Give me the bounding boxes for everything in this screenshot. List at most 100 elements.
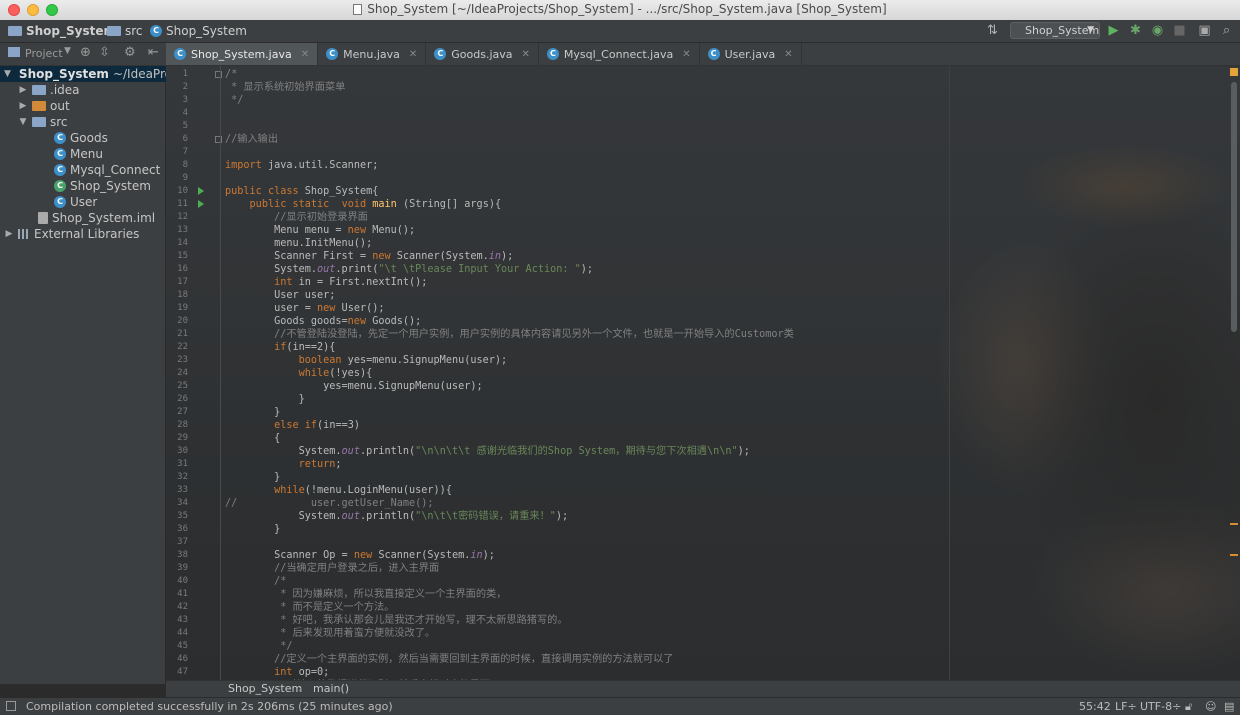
line-number[interactable]: 38: [166, 549, 188, 562]
code-line[interactable]: * 后来发现用着蛮方便就没改了。: [225, 627, 435, 640]
code-line[interactable]: Scanner First = new Scanner(System.in);: [225, 250, 513, 263]
line-number[interactable]: 39: [166, 562, 188, 575]
line-number[interactable]: 16: [166, 263, 188, 276]
tab-shop-system[interactable]: C Shop_System.java ✕: [166, 43, 319, 65]
code-line[interactable]: while(!menu.LoginMenu(user)){: [225, 484, 452, 497]
code-line[interactable]: //不管登陆没登陆，先定一个用户实例，用户实例的具体内容请见另外一个文件，也就是…: [225, 328, 794, 341]
code-line[interactable]: // user.getUser_Name();: [225, 497, 434, 510]
code-line[interactable]: int op=0;: [225, 666, 329, 679]
line-number[interactable]: 13: [166, 224, 188, 237]
code-line[interactable]: //当确定用户登录之后，进入主界面: [225, 562, 439, 575]
code-line[interactable]: }: [225, 393, 305, 406]
line-number[interactable]: 18: [166, 289, 188, 302]
hide-panel-icon[interactable]: ⇤: [148, 45, 159, 60]
line-number[interactable]: 8: [166, 159, 188, 172]
line-number[interactable]: 33: [166, 484, 188, 497]
code-line[interactable]: }: [225, 406, 280, 419]
collapsed-arrow-icon[interactable]: ▶: [4, 226, 14, 242]
collapsed-arrow-icon[interactable]: ▶: [18, 82, 28, 98]
code-line[interactable]: System.out.print("\t \tPlease Input Your…: [225, 263, 593, 276]
expanded-arrow-icon[interactable]: ▼: [18, 114, 28, 130]
close-icon[interactable]: ✕: [522, 49, 530, 60]
tree-item-idea[interactable]: ▶ .idea: [18, 82, 80, 98]
tab-menu[interactable]: C Menu.java ✕: [318, 43, 427, 65]
code-line[interactable]: System.out.println("\n\n\t\t 感谢光临我们的Shop…: [225, 445, 750, 458]
tree-item-mysql-connect[interactable]: C Mysql_Connect: [54, 162, 160, 178]
line-number[interactable]: 42: [166, 601, 188, 614]
caret-position[interactable]: 55:42: [1079, 698, 1111, 715]
line-number-gutter[interactable]: 1 2 3 4 5 6 7 8 9 10 11 12 13 14 15 16 17 18 19 20 21 22 23 24 2…: [166, 66, 222, 680]
line-number[interactable]: 45: [166, 640, 188, 653]
run-icon[interactable]: ▶: [1106, 23, 1121, 38]
code-line[interactable]: */: [225, 640, 292, 653]
scrollbar-thumb[interactable]: [1231, 82, 1237, 332]
code-line[interactable]: {: [225, 432, 280, 445]
debug-icon[interactable]: ✱: [1128, 23, 1143, 38]
code-line[interactable]: return;: [225, 458, 342, 471]
line-number[interactable]: 25: [166, 380, 188, 393]
code-line[interactable]: User user;: [225, 289, 335, 302]
line-number[interactable]: 3: [166, 94, 188, 107]
line-number[interactable]: 21: [166, 328, 188, 341]
code-line[interactable]: * 好吧，我承认那会儿是我还才开始写，理不太新思路猪写的。: [225, 614, 567, 627]
nav-crumb-class[interactable]: C Shop_System: [150, 24, 247, 38]
line-number[interactable]: 12: [166, 211, 188, 224]
code-line[interactable]: * 而不是定义一个方法。: [225, 601, 394, 614]
code-line[interactable]: import java.util.Scanner;: [225, 159, 378, 172]
code-line[interactable]: */: [225, 94, 243, 107]
line-number[interactable]: 14: [166, 237, 188, 250]
tree-item-iml[interactable]: Shop_System.iml: [38, 210, 155, 226]
line-number[interactable]: 34: [166, 497, 188, 510]
build-icon[interactable]: ⇅: [985, 23, 1000, 38]
line-number[interactable]: 32: [166, 471, 188, 484]
tab-goods[interactable]: C Goods.java ✕: [426, 43, 539, 65]
line-number[interactable]: 47: [166, 666, 188, 679]
code-line[interactable]: }: [225, 523, 280, 536]
code-line[interactable]: * 显示系统初始界面菜单: [225, 81, 345, 94]
code-line[interactable]: /*: [225, 68, 237, 81]
line-number[interactable]: 46: [166, 653, 188, 666]
line-number[interactable]: 44: [166, 627, 188, 640]
line-number[interactable]: 31: [166, 458, 188, 471]
line-number[interactable]: 5: [166, 120, 188, 133]
gear-icon[interactable]: ⚙: [124, 45, 136, 60]
project-view-select[interactable]: Project: [25, 47, 63, 60]
line-number[interactable]: 15: [166, 250, 188, 263]
code-line[interactable]: System.out.println("\n\t\t密码错误，请重来！");: [225, 510, 569, 523]
code-line[interactable]: while(!yes){: [225, 367, 373, 380]
line-number[interactable]: 20: [166, 315, 188, 328]
breadcrumb-method[interactable]: main(): [313, 681, 349, 696]
run-configuration-select[interactable]: Shop_System ▼: [1010, 22, 1100, 39]
search-icon[interactable]: ⌕: [1219, 23, 1234, 38]
collapsed-arrow-icon[interactable]: ▶: [18, 98, 28, 114]
line-number[interactable]: 10: [166, 185, 188, 198]
code-line[interactable]: Goods goods=new Goods();: [225, 315, 421, 328]
code-line[interactable]: public static void main (String[] args){: [225, 198, 502, 211]
analysis-status-icon[interactable]: [1230, 68, 1238, 76]
line-number[interactable]: 36: [166, 523, 188, 536]
run-gutter-icon[interactable]: [198, 187, 204, 195]
close-icon[interactable]: ✕: [409, 49, 417, 60]
coverage-icon[interactable]: ◉: [1150, 23, 1165, 38]
tree-item-project-root[interactable]: ▼ Shop_System ~/IdeaPro: [0, 66, 172, 82]
code-line[interactable]: //显示初始登录界面: [225, 211, 368, 224]
code-line[interactable]: if(in==2){: [225, 341, 335, 354]
expanded-arrow-icon[interactable]: ▼: [4, 66, 11, 82]
breadcrumb-class[interactable]: Shop_System: [228, 681, 302, 696]
line-number[interactable]: 28: [166, 419, 188, 432]
line-number[interactable]: 30: [166, 445, 188, 458]
code-line[interactable]: yes=menu.SignupMenu(user);: [225, 380, 482, 393]
line-number[interactable]: 22: [166, 341, 188, 354]
line-number[interactable]: 17: [166, 276, 188, 289]
line-number[interactable]: 1: [166, 68, 188, 81]
line-number[interactable]: 43: [166, 614, 188, 627]
sync-icon[interactable]: ⊕: [80, 45, 91, 60]
tree-item-src[interactable]: ▼ src: [18, 114, 68, 130]
line-number[interactable]: 7: [166, 146, 188, 159]
run-gutter-icon[interactable]: [198, 200, 204, 208]
code-line[interactable]: Scanner Op = new Scanner(System.in);: [225, 549, 495, 562]
line-number[interactable]: 2: [166, 81, 188, 94]
line-number[interactable]: 9: [166, 172, 188, 185]
file-encoding[interactable]: UTF-8÷: [1140, 698, 1181, 715]
tab-mysql-connect[interactable]: C Mysql_Connect.java ✕: [539, 43, 700, 65]
